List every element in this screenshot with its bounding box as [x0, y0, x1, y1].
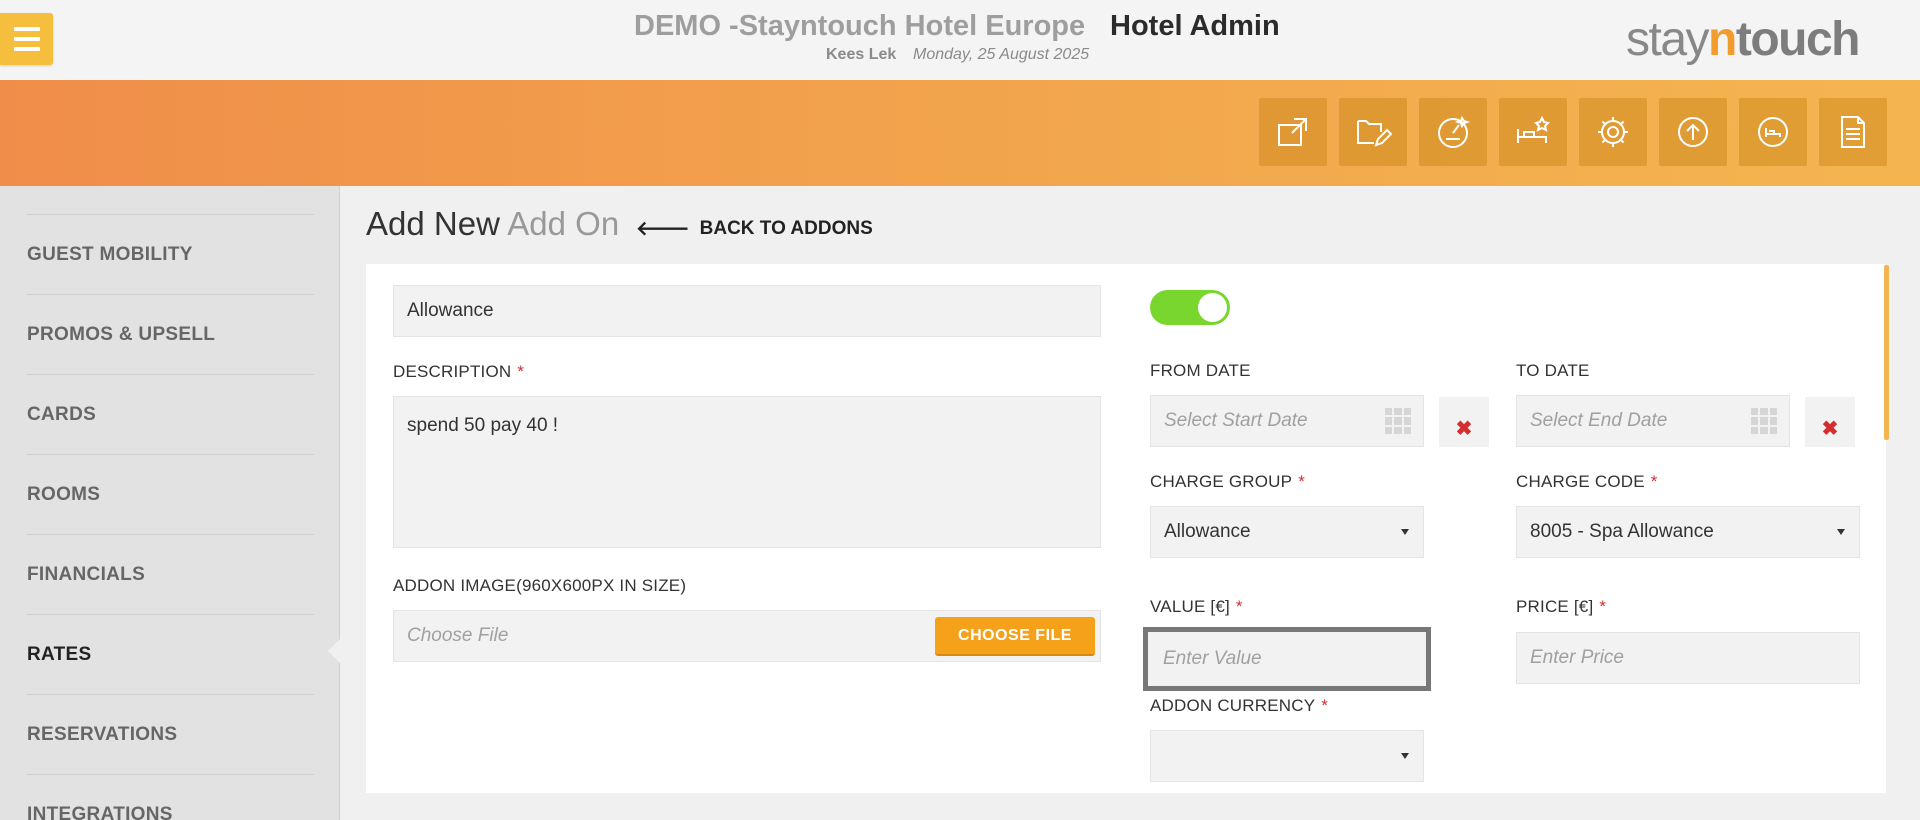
sidebar-item-promos-upsell[interactable]: PROMOS & UPSELL [27, 294, 314, 374]
page-title: Add New Add On [366, 205, 620, 242]
bed-icon [1758, 117, 1788, 147]
sidebar-item-integrations[interactable]: INTEGRATIONS [27, 774, 314, 820]
document-icon [1841, 116, 1865, 148]
dashboard-star-button[interactable] [1419, 98, 1487, 166]
name-input[interactable]: Allowance [393, 285, 1101, 337]
caret-down-icon [1401, 753, 1409, 759]
price-label: PRICE [€] * [1516, 597, 1607, 616]
hamburger-icon [14, 27, 40, 31]
arrow-left-icon: 🡐 [636, 218, 690, 240]
settings-button[interactable] [1579, 98, 1647, 166]
charge-group-select[interactable]: Allowance [1150, 506, 1424, 558]
back-to-addons-link[interactable]: 🡐 BACK TO ADDONS [636, 216, 873, 241]
top-header: DEMO -Stayntouch Hotel Europe Hotel Admi… [0, 0, 1920, 80]
folder-edit-button[interactable] [1339, 98, 1407, 166]
charge-code-label: CHARGE CODE * [1516, 472, 1658, 491]
addon-form-card: Allowance DESCRIPTION * spend 50 pay 40 !… [366, 264, 1886, 793]
sidebar-item-guest-mobility[interactable]: GUEST MOBILITY [27, 214, 314, 294]
caret-down-icon [1401, 529, 1409, 535]
folder-edit-icon [1357, 120, 1392, 147]
active-pointer [328, 639, 340, 663]
settings-gear-icon [1598, 117, 1628, 147]
calendar-grid-icon [1751, 408, 1777, 434]
admin-sidebar: GUEST MOBILITY PROMOS & UPSELL CARDS ROO… [0, 186, 340, 820]
sidebar-item-rooms[interactable]: ROOMS [27, 454, 314, 534]
calendar-grid-icon [1385, 408, 1411, 434]
addon-currency-select[interactable] [1150, 730, 1424, 782]
charge-group-label: CHARGE GROUP * [1150, 472, 1306, 491]
hamburger-menu-button[interactable] [0, 13, 53, 65]
addon-currency-label: ADDON CURRENCY * [1150, 696, 1329, 715]
clear-to-date-button[interactable]: ✖ [1805, 397, 1855, 447]
app-title: Hotel Admin [1110, 10, 1280, 42]
toolbar [0, 80, 1920, 186]
value-label: VALUE [€] * [1150, 597, 1243, 616]
sidebar-item-cards[interactable]: CARDS [27, 374, 314, 454]
description-label: DESCRIPTION * [393, 362, 525, 381]
from-date-label: FROM DATE [1150, 361, 1251, 380]
bed-star-icon [1517, 115, 1550, 143]
caret-down-icon [1837, 529, 1845, 535]
close-icon: ✖ [1821, 418, 1839, 440]
hotel-name: DEMO -Stayntouch Hotel Europe [634, 10, 1086, 42]
upload-button[interactable] [1659, 98, 1727, 166]
addon-image-label: ADDON IMAGE(960X600PX IN SIZE) [393, 576, 687, 595]
description-textarea[interactable]: spend 50 pay 40 ! [393, 396, 1101, 548]
form-scrollbar[interactable] [1884, 265, 1889, 440]
close-icon: ✖ [1455, 418, 1473, 440]
to-date-label: TO DATE [1516, 361, 1590, 380]
user-name: Kees Lek [826, 46, 897, 63]
choose-file-button[interactable]: CHOOSE FILE [935, 617, 1095, 656]
sidebar-item-financials[interactable]: FINANCIALS [27, 534, 314, 614]
business-date: Monday, 25 August 2025 [913, 46, 1090, 63]
allowance-toggle[interactable] [1150, 290, 1230, 325]
price-input[interactable]: Enter Price [1516, 632, 1860, 684]
external-link-button[interactable] [1259, 98, 1327, 166]
to-date-input[interactable]: Select End Date [1516, 395, 1790, 447]
upload-icon [1678, 117, 1708, 147]
document-button[interactable] [1819, 98, 1887, 166]
from-date-input[interactable]: Select Start Date [1150, 395, 1424, 447]
bed-star-button[interactable] [1499, 98, 1567, 166]
bed-button[interactable] [1739, 98, 1807, 166]
sidebar-item-reservations[interactable]: RESERVATIONS [27, 694, 314, 774]
external-link-icon [1278, 118, 1307, 146]
sidebar-item-rates[interactable]: RATES [27, 614, 314, 694]
stayntouch-logo: stayntouch [1626, 13, 1861, 66]
dashboard-star-icon [1438, 115, 1471, 148]
charge-code-select[interactable]: 8005 - Spa Allowance [1516, 506, 1860, 558]
value-input[interactable]: Enter Value [1150, 634, 1424, 684]
clear-from-date-button[interactable]: ✖ [1439, 397, 1489, 447]
